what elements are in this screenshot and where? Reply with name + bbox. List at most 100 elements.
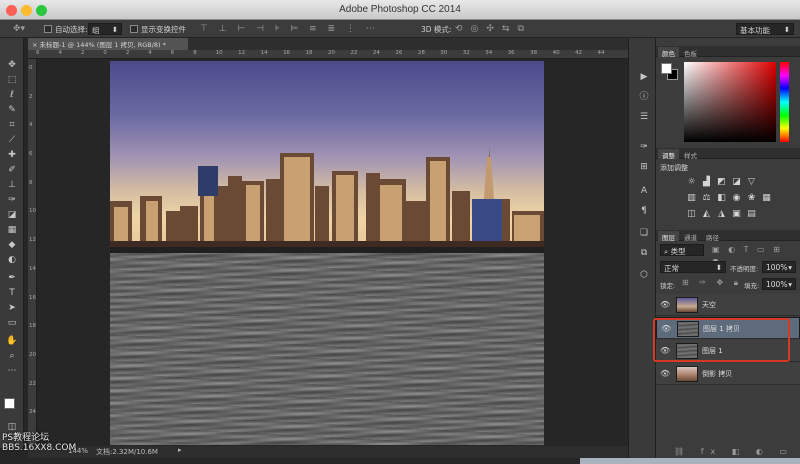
hue-slider[interactable] (780, 62, 789, 142)
lock-icons[interactable]: ⊞ ✑ ✥ 🔒︎ (682, 277, 742, 289)
pen-tool-icon[interactable]: ✒ (4, 271, 20, 285)
ruler-tick-label: 36 (507, 50, 515, 56)
tab-paths[interactable]: 路径 (702, 231, 723, 242)
layers-panel-tabs: 图层 通道 路径 (656, 230, 800, 242)
title-bar: Adobe Photoshop CC 2014 (0, 0, 800, 20)
selective-color-icon[interactable]: ▣ (731, 209, 742, 219)
ruler-tick-label: 2 (29, 93, 33, 100)
layer-comps-icon[interactable]: ❏ (637, 226, 651, 240)
visibility-eye-icon[interactable]: 👁︎ (660, 369, 670, 379)
brightness-icon[interactable]: ☼ (686, 177, 697, 187)
ruler-tick-label: 18 (29, 323, 36, 330)
healing-brush-tool-icon[interactable]: ✚ (4, 148, 20, 162)
ruler-vertical[interactable]: 0 2 4 6 8 10 12 14 16 18 20 22 24 (28, 59, 37, 444)
quick-mask-icon[interactable]: ◫ (4, 420, 20, 434)
layer-row[interactable]: 👁︎ 倒影 拷贝 (656, 363, 800, 385)
ruler-tick-label: 22 (29, 380, 36, 387)
blend-mode-dropdown[interactable]: 正常 ⬍ (660, 261, 726, 273)
auto-select-checkbox[interactable] (44, 25, 52, 33)
right-panels: 颜色 色板 调整 样式 添加调整 ☼ ▟ ◩ ◪ ▽ ▥ ⚖ ◧ ◉ ❀ ▦ ◫… (656, 38, 800, 464)
3d-icon[interactable]: ⬡ (637, 268, 651, 282)
invert-icon[interactable]: ◫ (686, 209, 697, 219)
document-tab-bar: × 未标题-1 @ 144% (图层 1 拷贝, RGB/8) * (28, 38, 628, 50)
info-icon[interactable]: ⓘ (637, 90, 651, 104)
zoom-tool-icon[interactable]: ⌕ (4, 349, 20, 363)
layer-row[interactable]: 👁︎ 天空 (656, 294, 800, 316)
tab-adjustments[interactable]: 调整 (658, 149, 679, 160)
history-icon[interactable]: ▶ (637, 70, 651, 84)
black-white-icon[interactable]: ◧ (716, 193, 727, 203)
panel-foreground-swatch[interactable] (661, 63, 672, 74)
actions-icon[interactable]: ⧉ (637, 246, 651, 260)
3d-mode-icons[interactable]: ⟲◎✣⇆⧉ (455, 23, 575, 35)
color-lookup-icon[interactable]: ▦ (761, 193, 772, 203)
color-field[interactable] (684, 62, 776, 142)
photo-filter-icon[interactable]: ◉ (731, 193, 742, 203)
align-distribute-icons[interactable]: ⊤ ⊥ ⊢ ⊣ ⊧ ⊨ ≡ ≣ ⋮ ⋯ (200, 23, 410, 35)
document-tab[interactable]: × 未标题-1 @ 144% (图层 1 拷贝, RGB/8) * (28, 38, 188, 50)
tab-styles[interactable]: 样式 (680, 149, 701, 160)
move-tool-icon[interactable]: ✥ (4, 58, 20, 72)
shape-tool-icon[interactable]: ▭ (4, 316, 20, 330)
history-brush-tool-icon[interactable]: ✑ (4, 193, 20, 207)
tab-layers[interactable]: 图层 (658, 231, 679, 242)
fill-input[interactable]: 100% ▾ (762, 278, 796, 290)
ruler-tick-label: 22 (350, 50, 358, 56)
channel-mixer-icon[interactable]: ❀ (746, 193, 757, 203)
eyedropper-tool-icon[interactable]: ⟋ (4, 133, 20, 147)
hue-saturation-icon[interactable]: ▥ (686, 193, 697, 203)
color-panel-tabs: 颜色 色板 (656, 46, 800, 58)
crop-tool-icon[interactable]: ⌗ (4, 118, 20, 132)
brush-icon[interactable]: ✑ (637, 140, 651, 154)
color-balance-icon[interactable]: ⚖ (701, 193, 712, 203)
move-tool-preset-icon[interactable]: ✥▾ (10, 23, 28, 35)
exposure-icon[interactable]: ◪ (731, 177, 742, 187)
tab-color[interactable]: 颜色 (658, 47, 679, 58)
ruler-tick-label: 24 (29, 409, 36, 416)
status-bar: 144% 文档:2.32M/10.6M ▸ (28, 446, 628, 458)
options-bar: ✥▾ 自动选择: 组 ⬍ 显示变换控件 ⊤ ⊥ ⊢ ⊣ ⊧ ⊨ ≡ ≣ ⋮ ⋯ 3… (0, 20, 800, 38)
visibility-eye-icon[interactable]: 👁︎ (660, 300, 670, 310)
watermark: PS教程论坛 BBS.16XX8.COM (2, 433, 76, 453)
blur-tool-icon[interactable]: ◆ (4, 238, 20, 252)
opacity-input[interactable]: 100% ▾ (762, 261, 796, 273)
show-transform-checkbox[interactable] (130, 25, 138, 33)
ruler-horizontal[interactable]: 6 4 2 0 2 4 6 8 10 12 14 16 18 20 22 24 26 28 30 32 34 36 38 40… (28, 50, 628, 59)
gradient-map-icon[interactable]: ▤ (746, 209, 757, 219)
clone-stamp-tool-icon[interactable]: ⊥ (4, 178, 20, 192)
auto-select-dropdown[interactable]: 组 ⬍ (88, 23, 122, 35)
lock-label: 锁定: (660, 282, 676, 290)
gradient-tool-icon[interactable]: ▦ (4, 223, 20, 237)
layers-highlight-box (653, 318, 790, 362)
status-menu-icon[interactable]: ▸ (178, 446, 182, 454)
type-tool-icon[interactable]: T (4, 286, 20, 300)
lasso-tool-icon[interactable]: ℓ (4, 88, 20, 102)
quick-select-tool-icon[interactable]: ✎ (4, 103, 20, 117)
close-tab-icon[interactable]: × (32, 41, 40, 49)
tab-channels[interactable]: 通道 (680, 231, 701, 242)
workspace-dropdown[interactable]: 基本功能 ⬍ (736, 23, 794, 35)
tab-swatches[interactable]: 色板 (680, 47, 701, 58)
levels-icon[interactable]: ▟ (701, 177, 712, 187)
eraser-tool-icon[interactable]: ◪ (4, 208, 20, 222)
brush-tool-icon[interactable]: ✐ (4, 163, 20, 177)
layer-thumbnail (676, 366, 698, 382)
more-tools-icon[interactable]: ⋯ (4, 364, 20, 378)
mode-3d-label: 3D 模式: (421, 25, 452, 34)
foreground-color-swatch[interactable] (4, 398, 15, 409)
layer-filter-dropdown[interactable]: ⌕ 类型 (660, 244, 704, 256)
clone-source-icon[interactable]: ⊞ (637, 160, 651, 174)
threshold-icon[interactable]: ◮ (716, 209, 727, 219)
posterize-icon[interactable]: ◭ (701, 209, 712, 219)
marquee-tool-icon[interactable]: ⬚ (4, 73, 20, 87)
curves-icon[interactable]: ◩ (716, 177, 727, 187)
properties-icon[interactable]: ☰ (637, 110, 651, 124)
character-icon[interactable]: A (637, 184, 651, 198)
document-canvas[interactable] (110, 61, 544, 445)
hand-tool-icon[interactable]: ✋ (4, 334, 20, 348)
ruler-tick-label: 10 (29, 208, 36, 215)
vibrance-icon[interactable]: ▽ (746, 177, 757, 187)
path-select-tool-icon[interactable]: ➤ (4, 301, 20, 315)
dodge-tool-icon[interactable]: ◐ (4, 253, 20, 267)
paragraph-icon[interactable]: ¶ (637, 204, 651, 218)
